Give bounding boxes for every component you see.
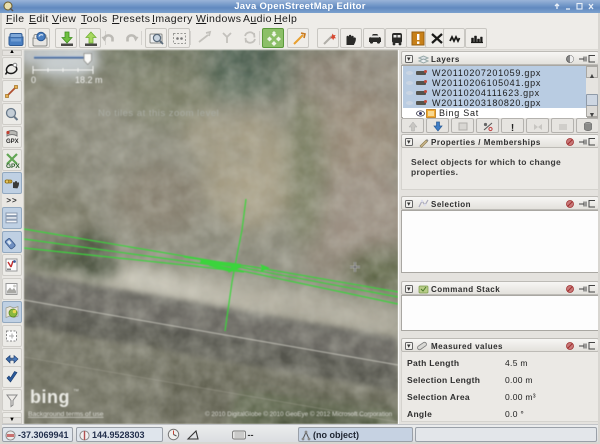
svg-text:--: -- [248, 430, 254, 440]
svg-text:™: ™ [73, 388, 79, 395]
svg-text:18.2 m: 18.2 m [75, 75, 103, 85]
svg-text:0: 0 [31, 75, 36, 85]
svg-text:bing: bing [30, 387, 70, 407]
svg-text:GPX: GPX [6, 139, 19, 145]
svg-text:GPX: GPX [6, 163, 20, 169]
svg-text:Background terms of use: Background terms of use [28, 411, 104, 418]
svg-text:© 2010 DigitalGlobe © 2010 Geo: © 2010 DigitalGlobe © 2010 GeoEye © 2012… [205, 410, 393, 418]
svg-text:No tiles at this zoom level: No tiles at this zoom level [98, 108, 219, 119]
